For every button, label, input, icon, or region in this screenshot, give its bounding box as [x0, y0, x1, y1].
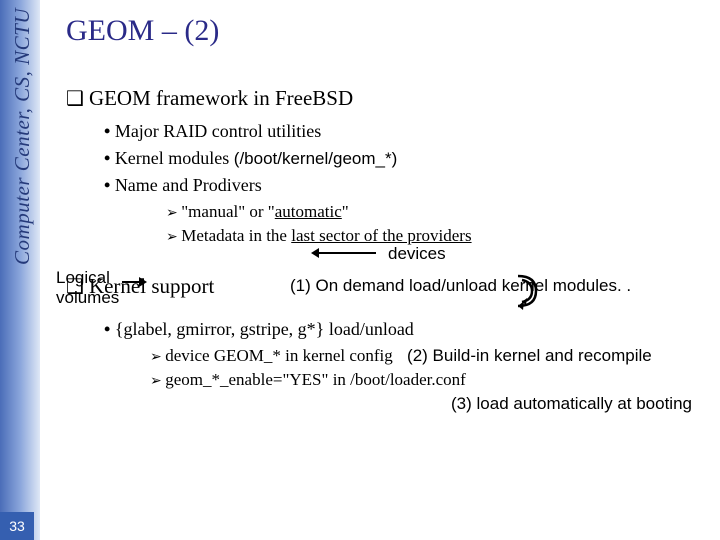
arrow-left-icon [318, 252, 376, 254]
sub-manual-auto: "manual" or "automatic" [166, 202, 702, 222]
sub-device-text: device GEOM_* in kernel config [165, 346, 393, 365]
label-devices: devices [388, 244, 446, 264]
page-number: 33 [0, 512, 34, 540]
framework-bullets: Major RAID control utilities Kernel modu… [104, 121, 702, 196]
label-logical-volumes: Logical volumes [56, 268, 120, 307]
bullet-kernel-path: (/boot/kernel/geom_*) [234, 149, 397, 168]
slide-title: GEOM – (2) [66, 14, 702, 48]
bullet-loadunload: {glabel, gmirror, gstripe, g*} load/unlo… [104, 319, 702, 340]
curved-arrow-icon [512, 272, 540, 310]
sub-manual-b: automatic [275, 202, 342, 221]
sub-meta-b: last sector of the providers [291, 226, 471, 245]
sub-manual-a: "manual" or " [181, 202, 275, 221]
sidebar: Computer Center, CS, NCTU 33 [0, 0, 40, 540]
sub-meta-a: Metadata in the [181, 226, 291, 245]
section-heading-framework: GEOM framework in FreeBSD [66, 86, 702, 111]
sidebar-label: Computer Center, CS, NCTU [10, 8, 35, 265]
kernel-bullets: {glabel, gmirror, gstripe, g*} load/unlo… [104, 319, 702, 340]
sub-device-config: device GEOM_* in kernel config (2) Build… [150, 346, 702, 366]
annot-buildin: (2) Build-in kernel and recompile [407, 346, 652, 365]
bullet-raid: Major RAID control utilities [104, 121, 702, 142]
annot-ondemand: (1) On demand load/unload kernel modules… [290, 276, 631, 296]
kernel-sublist: device GEOM_* in kernel config (2) Build… [150, 346, 702, 390]
bullet-kernel-text: Kernel modules [115, 148, 234, 168]
sub-metadata: Metadata in the last sector of the provi… [166, 226, 702, 246]
sub-manual-c: " [342, 202, 349, 221]
arrow-right-icon [122, 281, 140, 283]
annot-booting: (3) load automatically at booting [66, 394, 702, 414]
slide-content: GEOM – (2) GEOM framework in FreeBSD Maj… [50, 0, 710, 414]
framework-sublist: "manual" or "automatic" Metadata in the … [166, 202, 702, 246]
sub-loader-conf: geom_*_enable="YES" in /boot/loader.conf [150, 370, 702, 390]
section2: Kernel support (1) On demand load/unload… [66, 274, 702, 414]
bullet-kernel-modules: Kernel modules (/boot/kernel/geom_*) [104, 148, 702, 169]
bullet-name-providers: Name and Prodivers [104, 175, 702, 196]
